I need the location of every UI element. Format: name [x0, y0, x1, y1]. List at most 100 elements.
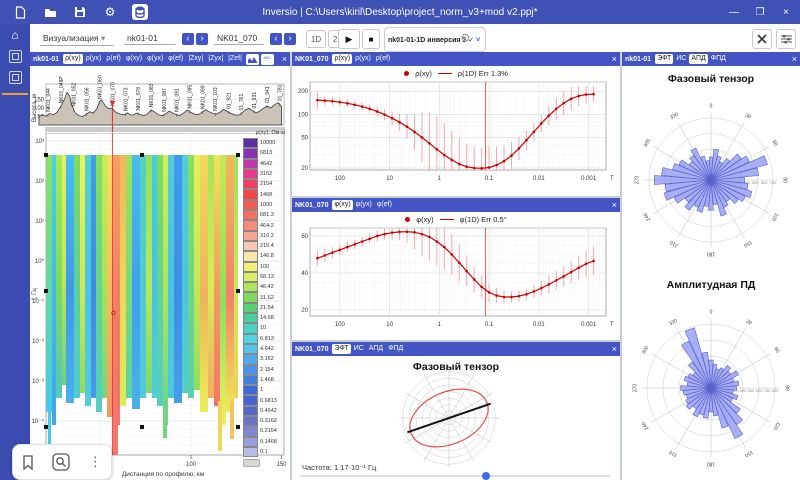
- tab-ЭФТ[interactable]: ЭФТ: [655, 54, 673, 64]
- mode-1d-button[interactable]: 1D: [306, 30, 326, 48]
- svg-text:10: 10: [386, 176, 393, 182]
- tab-φ(xy)[interactable]: φ(xy): [332, 200, 352, 210]
- run-inversion-button[interactable]: ▶: [338, 29, 360, 49]
- svg-text:NK01_052: NK01_052: [72, 83, 78, 107]
- bookmark-button[interactable]: [22, 455, 34, 470]
- colorscale-entry: 31.62: [243, 292, 285, 302]
- more-options-button[interactable]: ⋮: [89, 454, 102, 470]
- visualization-mode-select[interactable]: Визуализация ▾: [40, 31, 114, 46]
- svg-text:60: 60: [772, 346, 780, 354]
- histogram-view-button[interactable]: [246, 54, 259, 65]
- tab-φ(ef)[interactable]: φ(ef): [375, 200, 394, 210]
- close-icon[interactable]: ×: [612, 344, 617, 354]
- zoom-tool-button[interactable]: [52, 453, 70, 471]
- minimize-button[interactable]: —: [728, 7, 740, 18]
- tab-АПД[interactable]: АПД: [689, 54, 707, 64]
- svg-text:NK01_099: NK01_099: [200, 85, 206, 109]
- next-station-button[interactable]: ›: [284, 33, 296, 45]
- tab-ρ(xy)[interactable]: ρ(xy): [332, 54, 352, 64]
- home-icon[interactable]: ⌂: [0, 28, 30, 42]
- frequency-slider-handle[interactable]: [482, 472, 490, 480]
- tensor-panel-header: NK01_070 ЭФТИСАПДФПД ×: [292, 342, 620, 356]
- tab-φ(ef)[interactable]: φ(ef): [166, 54, 185, 64]
- colorscale-entry: 2.154: [243, 365, 285, 375]
- tab-ИС[interactable]: ИС: [352, 344, 366, 354]
- tab-ρ(xy)[interactable]: ρ(xy): [63, 54, 83, 64]
- svg-text:10¹: 10¹: [35, 219, 44, 225]
- settings-gear-icon[interactable]: ⚙: [102, 4, 118, 20]
- svg-text:100: 100: [335, 176, 346, 182]
- svg-text:210: 210: [669, 239, 679, 248]
- station-label: NK01_070: [295, 56, 328, 63]
- tab-ρ(yx)[interactable]: ρ(yx): [353, 54, 373, 64]
- inversion-settings-gear-icon[interactable]: ⚙: [460, 31, 471, 45]
- phase-tensor-ellipse-plot[interactable]: Фазовый тензор Частота: 1.17·10⁻¹ Гц: [292, 356, 620, 480]
- colorscale-entry: 3162: [243, 169, 285, 179]
- panel-toggle-2-icon[interactable]: [9, 71, 22, 84]
- svg-text:1: 1: [438, 322, 442, 328]
- colorscale-entry: 0.1: [243, 447, 285, 457]
- svg-text:Частота: 1.17·10⁻¹ Гц: Частота: 1.17·10⁻¹ Гц: [302, 463, 377, 472]
- svg-text:60: 60: [771, 139, 779, 147]
- resistivity-sounding-curve[interactable]: 20010050201001010.10.010.001T: [292, 80, 620, 196]
- save-icon[interactable]: [72, 4, 88, 20]
- open-folder-icon[interactable]: [42, 4, 58, 20]
- svg-text:01_921: 01_921: [226, 92, 232, 109]
- tab-ИС[interactable]: ИС: [674, 54, 688, 64]
- tab-|Zxy|[interactable]: |Zxy|: [186, 54, 205, 64]
- colorscale-entry: 0.6813: [243, 395, 285, 405]
- close-icon[interactable]: ×: [792, 54, 797, 64]
- svg-text:10³: 10³: [35, 139, 44, 145]
- windows-arrange-button[interactable]: [752, 29, 772, 49]
- colorscale-entry: 0.4642: [243, 406, 285, 416]
- phase-sounding-curve[interactable]: 6040201001010.10.010.001T: [292, 226, 620, 340]
- tab-ρ(ef)[interactable]: ρ(ef): [104, 54, 122, 64]
- close-icon[interactable]: ×: [612, 200, 617, 210]
- next-profile-button[interactable]: ›: [196, 33, 208, 45]
- tab-ФПД[interactable]: ФПД: [709, 54, 728, 64]
- tab-|Zef|[interactable]: |Zef|: [226, 54, 244, 64]
- svg-text:f, Гц: f, Гц: [32, 288, 38, 300]
- colorscale-collapse-button[interactable]: [243, 459, 260, 467]
- colorscale-legend: ρ(xy), Ом·м 1000068134642316221541468100…: [243, 130, 285, 467]
- close-icon[interactable]: ×: [282, 54, 287, 64]
- component-tabs: ЭФТИСАПДФПД: [655, 54, 728, 64]
- svg-text:1: 1: [438, 176, 442, 182]
- labels-view-button[interactable]: ABC┄┄: [261, 54, 274, 65]
- model-line-marker: [440, 219, 454, 220]
- panel-toggle-1-icon[interactable]: [9, 50, 22, 63]
- rose-diagrams[interactable]: Фазовый тензор03060901201501802102402703…: [622, 66, 800, 480]
- svg-text:NK01_083: NK01_083: [149, 83, 155, 107]
- svg-text:300: 300: [641, 345, 650, 355]
- prev-profile-button[interactable]: ‹: [182, 33, 194, 45]
- svg-text:Дистанция по профилю, км: Дистанция по профилю, км: [122, 471, 205, 478]
- new-file-icon[interactable]: [12, 4, 28, 20]
- colorscale-entry: 68.13: [243, 272, 285, 282]
- tab-φ(yx)[interactable]: φ(yx): [354, 200, 374, 210]
- svg-text:120: 120: [772, 421, 781, 431]
- svg-text:NK01_095: NK01_095: [188, 85, 194, 109]
- elevation-profile-chart[interactable]: 50100150Высота, мNK01_044NK01_048PNK01_0…: [30, 66, 290, 133]
- maximize-button[interactable]: ❐: [754, 7, 766, 18]
- station-input[interactable]: NK01_070: [214, 31, 264, 45]
- svg-text:20: 20: [301, 308, 308, 314]
- colorscale-entry: 3.162: [243, 354, 285, 364]
- profile-input[interactable]: nk01-01: [124, 31, 176, 45]
- tab-|Zyx|[interactable]: |Zyx|: [206, 54, 225, 64]
- svg-text:30: 30: [745, 319, 753, 327]
- tab-ρ(yx)[interactable]: ρ(yx): [84, 54, 104, 64]
- tab-ФПД[interactable]: ФПД: [386, 344, 405, 354]
- tab-φ(xy)[interactable]: φ(xy): [124, 54, 144, 64]
- tab-АПД[interactable]: АПД: [367, 344, 385, 354]
- tab-ρ(ef)[interactable]: ρ(ef): [374, 54, 392, 64]
- tab-ЭФТ[interactable]: ЭФТ: [332, 344, 350, 354]
- svg-text:Фазовый тензор: Фазовый тензор: [413, 361, 499, 373]
- prev-station-button[interactable]: ‹: [270, 33, 282, 45]
- tab-φ(yx)[interactable]: φ(yx): [145, 54, 165, 64]
- close-icon[interactable]: ×: [612, 54, 617, 64]
- windows-layout-button[interactable]: [776, 29, 796, 49]
- database-icon[interactable]: [132, 4, 148, 20]
- close-button[interactable]: ×: [780, 7, 792, 18]
- svg-text:90: 90: [782, 177, 788, 183]
- stop-inversion-button[interactable]: ■: [362, 29, 380, 49]
